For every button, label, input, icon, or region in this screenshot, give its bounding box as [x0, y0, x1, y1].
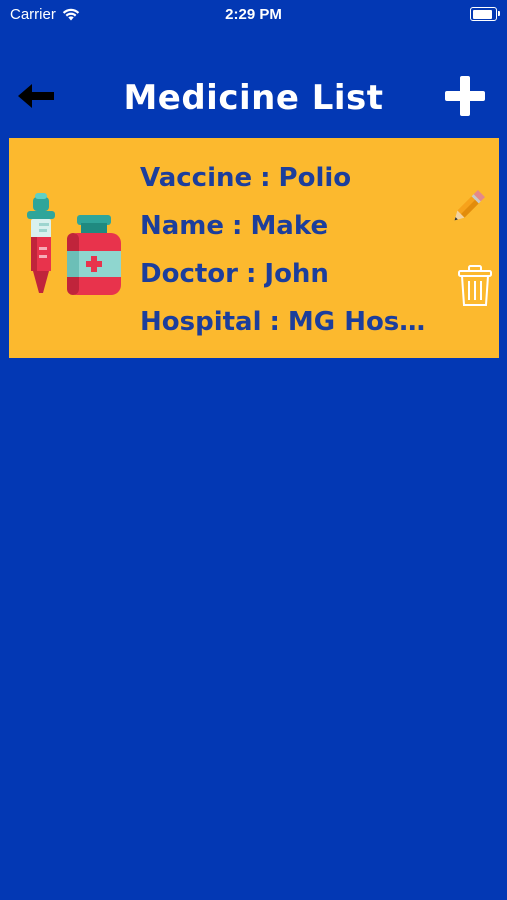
status-bar: Carrier 2:29 PM [0, 0, 507, 30]
name-label: Name [140, 211, 225, 241]
trash-icon [458, 265, 492, 306]
name-row: Name : Make [140, 202, 440, 250]
hospital-row: Hospital : MG Hospi... [140, 298, 440, 346]
separator: : [232, 211, 243, 241]
separator: : [269, 307, 280, 337]
nav-bar: Medicine List [0, 62, 507, 138]
medicine-bottle-and-syringe-icon [21, 193, 131, 303]
vaccine-value: Polio [278, 163, 352, 193]
medicine-details: Vaccine : Polio Name : Make Doctor : Joh… [140, 154, 440, 346]
plus-icon [445, 76, 485, 116]
separator: : [260, 163, 271, 193]
doctor-row: Doctor : John [140, 250, 440, 298]
page-title: Medicine List [123, 78, 384, 118]
doctor-label: Doctor [140, 259, 238, 289]
status-time: 2:29 PM [225, 6, 282, 23]
edit-button[interactable] [447, 186, 489, 228]
add-medicine-button[interactable] [443, 74, 487, 118]
pencil-icon [454, 190, 485, 221]
hospital-value: MG Hospi... [287, 307, 440, 337]
battery-level [472, 9, 492, 19]
battery-icon [470, 7, 500, 21]
name-value: Make [250, 211, 329, 241]
doctor-value: John [264, 259, 329, 289]
delete-button[interactable] [457, 264, 493, 308]
hospital-label: Hospital [140, 307, 262, 337]
separator: : [245, 259, 257, 289]
vaccine-row: Vaccine : Polio [140, 154, 440, 202]
vaccine-label: Vaccine [140, 163, 253, 193]
medicine-card[interactable]: Vaccine : Polio Name : Make Doctor : Joh… [9, 138, 499, 358]
